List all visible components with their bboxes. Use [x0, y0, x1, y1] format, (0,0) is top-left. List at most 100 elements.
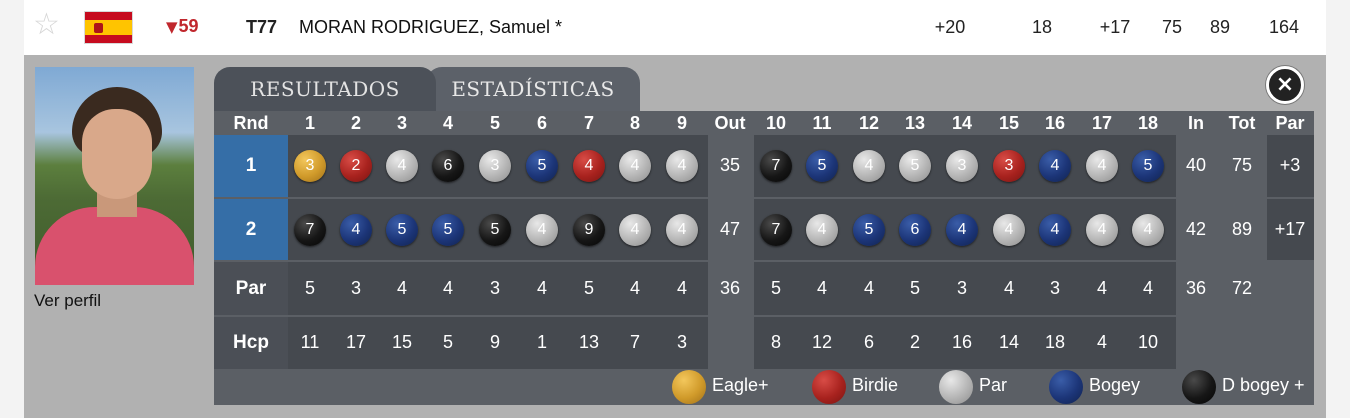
legend-birdie-label: Birdie: [852, 375, 899, 395]
par-value: 3: [1049, 277, 1060, 298]
score-ball-dbogey[interactable]: 5: [479, 213, 511, 246]
score-ball-par[interactable]: 4: [1132, 213, 1164, 246]
close-icon[interactable]: ×: [1266, 66, 1304, 104]
hcp-value: 13: [578, 332, 600, 352]
par-value: 3: [956, 277, 967, 298]
round-in: 42: [1185, 218, 1207, 239]
legend-par-ball: [939, 370, 973, 404]
header-hole-17: 17: [1091, 113, 1113, 133]
score-ball-par[interactable]: 4: [1086, 150, 1118, 182]
score-ball-par[interactable]: 4: [386, 150, 418, 182]
tab-estadisticas[interactable]: ESTADÍSTICAS: [426, 67, 640, 111]
score-ball-par[interactable]: 3: [946, 150, 978, 182]
round-out: 35: [719, 155, 741, 175]
view-profile-link[interactable]: Ver perfil: [34, 291, 101, 311]
header-hole-2: 2: [350, 113, 361, 133]
par-value: 4: [1142, 277, 1153, 298]
score-ball-par[interactable]: 4: [619, 213, 651, 246]
hcp-value: 9: [489, 332, 500, 352]
par-value: 4: [816, 277, 827, 298]
header-hole-14: 14: [951, 113, 973, 133]
par-value: 5: [909, 277, 920, 298]
round-2-score: 89: [1209, 17, 1231, 37]
score-ball-par[interactable]: 4: [806, 213, 838, 246]
par-value: 4: [676, 277, 687, 298]
hcp-value: 16: [951, 332, 973, 352]
score-ball-par[interactable]: 4: [853, 150, 885, 182]
score-ball-bogey[interactable]: 4: [1039, 150, 1071, 182]
hcp-value: 15: [391, 332, 413, 352]
par-value: 3: [350, 277, 361, 298]
header-hole-18: 18: [1137, 113, 1159, 133]
round-1-score: 75: [1161, 17, 1183, 37]
hcp-value: 14: [998, 332, 1020, 352]
score-ball-bogey[interactable]: 6: [899, 213, 931, 246]
header-hole-12: 12: [858, 113, 880, 133]
round-in: 40: [1185, 155, 1207, 175]
score-ball-birdie[interactable]: 3: [993, 150, 1025, 182]
header-rnd: Rnd: [233, 113, 269, 133]
score-ball-dbogey[interactable]: 9: [573, 213, 605, 246]
score-ball-par[interactable]: 4: [619, 150, 651, 182]
round-total: 75: [1231, 155, 1253, 175]
score-ball-par[interactable]: 4: [993, 213, 1025, 246]
score-ball-eagle[interactable]: 3: [294, 150, 326, 182]
score-ball-bogey[interactable]: 4: [1039, 213, 1071, 246]
score-ball-dbogey[interactable]: 6: [432, 150, 464, 182]
total-score: 164: [1268, 17, 1300, 37]
score-ball-bogey[interactable]: 5: [386, 213, 418, 246]
header-hole-4: 4: [442, 113, 453, 133]
player-position: T77: [246, 17, 278, 37]
hcp-value: 6: [863, 332, 874, 352]
header-hole-9: 9: [676, 113, 687, 133]
score-ball-dbogey[interactable]: 7: [294, 213, 326, 246]
legend-eagle-ball: [672, 370, 706, 404]
round-out: 47: [719, 218, 741, 239]
score-ball-par[interactable]: 3: [479, 150, 511, 182]
hcp-row-label: Hcp: [214, 317, 288, 369]
score-ball-bogey[interactable]: 4: [946, 213, 978, 246]
score-ball-bogey[interactable]: 5: [1132, 150, 1164, 182]
par-value: 4: [863, 277, 874, 298]
scorecard: Rnd 1 2 3 4 5 6 7 8 9 Out 10 11 12 13 14 15 16 17 18 In Tot Pa…: [214, 111, 1314, 405]
player-name[interactable]: MORAN RODRIGUEZ, Samuel *: [299, 17, 562, 38]
hcp-value: 2: [909, 332, 920, 352]
header-hole-1: 1: [304, 113, 315, 133]
score-ball-bogey[interactable]: 5: [526, 150, 558, 182]
hcp-value: 7: [629, 332, 640, 352]
header-hole-3: 3: [396, 113, 407, 133]
score-ball-par[interactable]: 4: [666, 213, 698, 246]
legend-birdie: Birdie: [812, 369, 952, 405]
round-to-par: +17: [1274, 218, 1306, 239]
score-ball-dbogey[interactable]: 7: [760, 213, 792, 246]
score-ball-birdie[interactable]: 2: [340, 150, 372, 182]
round-total: 89: [1231, 218, 1253, 239]
legend-birdie-ball: [812, 370, 846, 404]
header-par: Par: [1275, 113, 1305, 133]
header-hole-5: 5: [489, 113, 500, 133]
star-outline-icon[interactable]: ☆: [33, 10, 61, 40]
score-ball-par[interactable]: 4: [1086, 213, 1118, 246]
par-value: 4: [1096, 277, 1107, 298]
tab-resultados[interactable]: RESULTADOS: [214, 67, 436, 111]
par-out: 36: [719, 277, 741, 298]
header-hole-10: 10: [765, 113, 787, 133]
score-ball-dbogey[interactable]: 7: [760, 150, 792, 182]
hcp-value: 8: [770, 332, 781, 352]
score-ball-bogey[interactable]: 5: [853, 213, 885, 246]
par-value: 4: [442, 277, 453, 298]
player-photo[interactable]: [35, 67, 194, 285]
score-ball-par[interactable]: 5: [899, 150, 931, 182]
score-ball-par[interactable]: 4: [666, 150, 698, 182]
header-hole-13: 13: [904, 113, 926, 133]
score-ball-bogey[interactable]: 5: [432, 213, 464, 246]
legend-bogey-ball: [1049, 370, 1083, 404]
hcp-value: 11: [300, 332, 320, 352]
arrow-down-icon: ▼: [166, 18, 178, 36]
score-ball-bogey[interactable]: 4: [340, 213, 372, 246]
header-hole-15: 15: [998, 113, 1020, 133]
score-ball-birdie[interactable]: 4: [573, 150, 605, 182]
score-ball-par[interactable]: 4: [526, 213, 558, 246]
legend-eagle-label: Eagle+: [712, 375, 769, 395]
score-ball-bogey[interactable]: 5: [806, 150, 838, 182]
